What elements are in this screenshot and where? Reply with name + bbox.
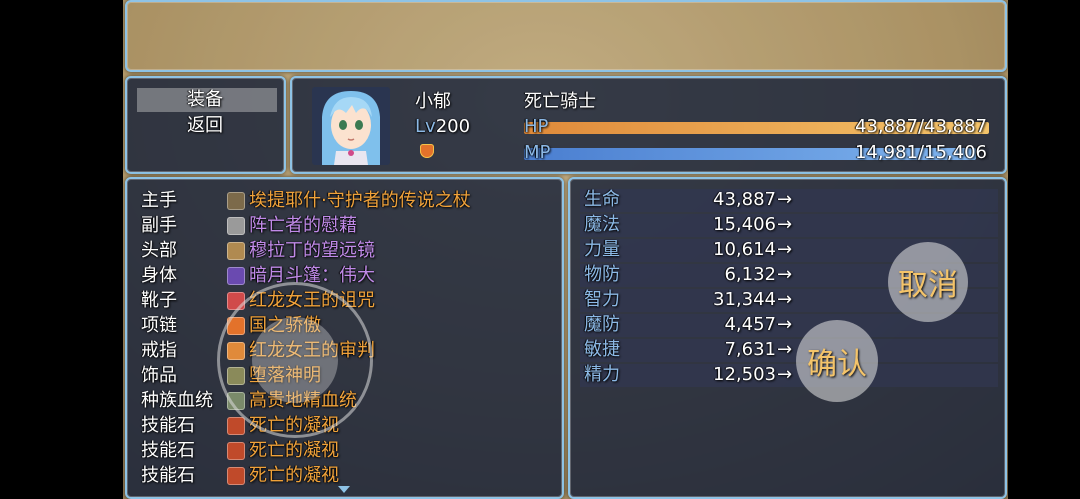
actor-class: 死亡骑士 (524, 91, 596, 112)
right-arrow-icon: → (777, 364, 793, 385)
param-name: 力量 (584, 239, 620, 260)
left-letterbox (0, 0, 123, 499)
equip-item-name: 穆拉丁的望远镜 (249, 240, 375, 261)
equip-slot-row[interactable]: 身体 暗月斗篷：伟大 (141, 264, 551, 289)
equip-slot-label: 饰品 (141, 365, 177, 386)
blue-haired-girl-portrait (312, 87, 390, 165)
actor-status-window: 小郁 Lv200 死亡骑士 HP 43,887/43,887 MP 14,981… (290, 76, 1007, 174)
right-arrow-icon: → (777, 214, 793, 235)
param-row: 精力 12,503 → (580, 364, 998, 387)
param-name: 敏捷 (584, 339, 620, 360)
command-back[interactable]: 返回 (187, 114, 223, 138)
orb-icon (227, 217, 245, 235)
param-row: 生命 43,887 → (580, 189, 998, 212)
right-arrow-icon: → (777, 189, 793, 210)
equip-slot-label: 种族血统 (141, 390, 213, 411)
param-value: 7,631 (724, 339, 776, 360)
param-name: 生命 (584, 189, 620, 210)
param-name: 魔法 (584, 214, 620, 235)
equip-slot-label: 主手 (141, 190, 177, 211)
equip-slot-label: 头部 (141, 240, 177, 261)
equip-slot-row[interactable]: 主手 埃提耶什·守护者的传说之杖 (141, 189, 551, 214)
level-value: 200 (435, 116, 471, 137)
equip-slot-label: 副手 (141, 215, 177, 236)
right-arrow-icon: → (777, 239, 793, 260)
actor-name: 小郁 (415, 91, 451, 112)
dpad-knob[interactable] (252, 317, 338, 403)
equip-item-name: 死亡的凝视 (249, 465, 339, 486)
equip-slot-row[interactable]: 技能石 死亡的凝视 (141, 439, 551, 464)
param-row: 敏捷 7,631 → (580, 339, 998, 362)
goggles-icon (227, 242, 245, 260)
equip-item-name: 埃提耶什·守护者的传说之杖 (249, 190, 471, 211)
right-arrow-icon: → (777, 339, 793, 360)
hp-value: 43,887/43,887 (854, 116, 987, 137)
param-value: 31,344 (713, 289, 776, 310)
param-name: 智力 (584, 289, 620, 310)
param-name: 魔防 (584, 314, 620, 335)
equip-slot-label: 技能石 (141, 465, 195, 486)
help-window (125, 0, 1007, 72)
equip-slot-label: 靴子 (141, 290, 177, 311)
right-arrow-icon: → (777, 264, 793, 285)
skill-rune-icon (227, 467, 245, 485)
param-value: 6,132 (724, 264, 776, 285)
right-arrow-icon: → (777, 314, 793, 335)
scroll-down-icon[interactable] (338, 486, 350, 493)
virtual-dpad[interactable] (217, 282, 373, 438)
cloak-icon (227, 267, 245, 285)
hp-label: HP (524, 116, 549, 137)
equip-slot-label: 技能石 (141, 415, 195, 436)
mp-value: 14,981/15,406 (854, 142, 987, 163)
param-value: 4,457 (724, 314, 776, 335)
staff-icon (227, 192, 245, 210)
equip-slot-row[interactable]: 头部 穆拉丁的望远镜 (141, 239, 551, 264)
param-row: 魔法 15,406 → (580, 214, 998, 237)
right-letterbox (1008, 0, 1080, 499)
param-name: 精力 (584, 364, 620, 385)
command-equip[interactable]: 装备 (187, 88, 223, 112)
param-value: 10,614 (713, 239, 776, 260)
param-name: 物防 (584, 264, 620, 285)
cancel-button[interactable]: 取消 (888, 242, 968, 322)
level-label: Lv (415, 116, 436, 137)
confirm-button[interactable]: 确认 (796, 320, 878, 402)
mp-label: MP (524, 142, 551, 163)
equip-item-name: 死亡的凝视 (249, 440, 339, 461)
equip-slot-label: 技能石 (141, 440, 195, 461)
param-window: 生命 43,887 → 魔法 15,406 → 力量 10,614 → 物防 6,132 → 智力 31,… (568, 177, 1007, 499)
actor-level: Lv200 (415, 115, 470, 139)
equip-slot-label: 身体 (141, 265, 177, 286)
equip-slot-label: 戒指 (141, 340, 177, 361)
command-window: 装备 返回 (125, 76, 286, 174)
param-value: 15,406 (713, 214, 776, 235)
equip-item-name: 阵亡者的慰藉 (249, 215, 357, 236)
param-value: 12,503 (713, 364, 776, 385)
skill-rune-icon (227, 442, 245, 460)
param-value: 43,887 (713, 189, 776, 210)
equip-slot-row[interactable]: 副手 阵亡者的慰藉 (141, 214, 551, 239)
right-arrow-icon: → (777, 289, 793, 310)
skill-rune-icon (227, 417, 245, 435)
equip-slot-label: 项链 (141, 315, 177, 336)
shield-crest-icon (420, 144, 434, 158)
